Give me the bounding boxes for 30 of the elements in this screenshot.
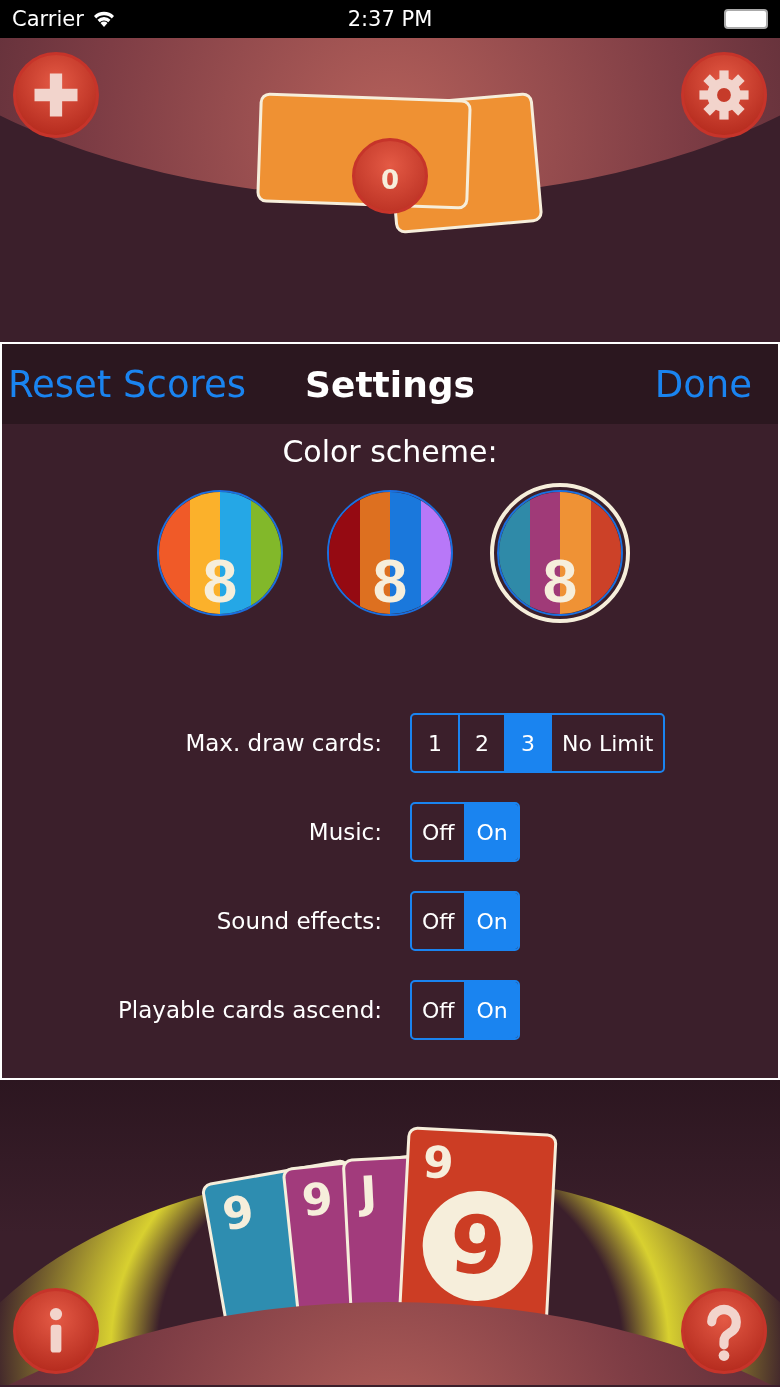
settings-button[interactable] <box>681 52 767 138</box>
add-button[interactable] <box>13 52 99 138</box>
segment-option[interactable]: On <box>464 804 518 860</box>
help-button[interactable] <box>681 1288 767 1374</box>
color-scheme-swatch[interactable]: 8 <box>490 483 630 623</box>
card-rank: 9 <box>219 1188 258 1238</box>
setting-label: Sound effects: <box>215 908 382 934</box>
battery-icon <box>724 9 768 29</box>
segment-option[interactable]: Off <box>412 893 465 949</box>
done-button[interactable]: Done <box>654 362 752 406</box>
color-scheme-label: Color scheme: <box>282 434 498 469</box>
setting-label: Max. draw cards: <box>184 730 382 756</box>
wifi-icon <box>91 10 116 28</box>
segment-option[interactable]: On <box>464 893 518 949</box>
info-button[interactable] <box>13 1288 99 1374</box>
card-rank: 9 <box>421 1140 455 1186</box>
setting-label: Playable cards ascend: <box>117 997 382 1023</box>
segment-option[interactable]: On <box>464 982 518 1038</box>
card-rank: 9 <box>299 1176 335 1224</box>
segment-option[interactable]: 1 <box>412 715 458 771</box>
segment-option[interactable]: No Limit <box>550 715 664 771</box>
segment-option[interactable]: Off <box>412 982 465 1038</box>
setting-label: Music: <box>307 819 382 845</box>
clock: 2:37 PM <box>347 7 433 31</box>
segment-option[interactable]: Off <box>412 804 465 860</box>
segment-option[interactable]: 3 <box>504 715 550 771</box>
reset-scores-button[interactable]: Reset Scores <box>8 362 247 406</box>
settings-title: Settings <box>305 363 475 405</box>
card-rank: J <box>359 1170 378 1216</box>
carrier-label: Carrier <box>12 7 84 31</box>
